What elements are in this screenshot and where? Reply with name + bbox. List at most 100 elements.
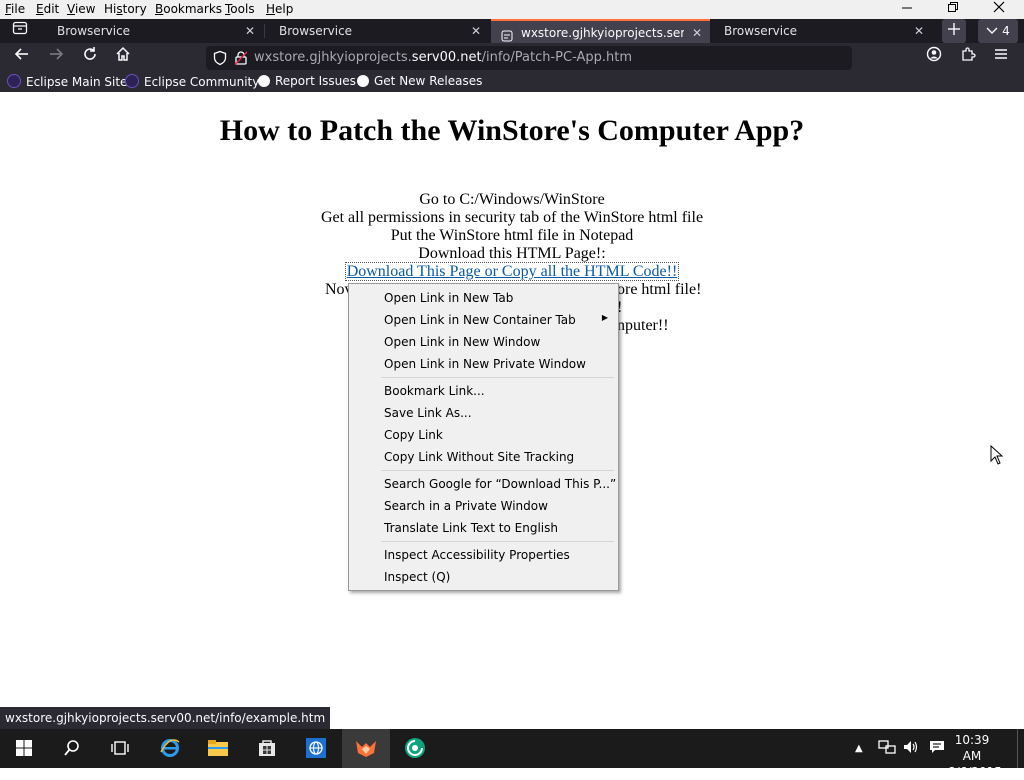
tab-label: Browservice [279, 24, 353, 38]
search-icon [64, 740, 79, 756]
puzzle-icon [962, 47, 976, 61]
tray-volume[interactable] [902, 729, 920, 768]
taskbar-internet-explorer[interactable] [146, 729, 194, 768]
tray-action-center[interactable] [928, 729, 946, 768]
start-button[interactable] [0, 729, 48, 768]
clock-time: 10:39 AM [954, 733, 990, 763]
menu-search-private-window[interactable]: Search in a Private Window [384, 496, 548, 516]
forward-button[interactable] [43, 45, 69, 69]
menu-separator [381, 541, 614, 542]
menu-inspect[interactable]: Inspect (Q) [384, 567, 450, 587]
menu-open-link-new-container-tab[interactable]: Open Link in New Container Tab [384, 310, 576, 330]
firefox-view-icon [12, 21, 28, 35]
notification-icon [930, 741, 944, 753]
menu-tools[interactable]: Tools [225, 2, 255, 16]
bookmark-eclipse-community[interactable]: Eclipse Community [125, 74, 259, 89]
windows-logo-icon [16, 740, 32, 756]
tab-close-icon[interactable]: ✕ [245, 19, 255, 43]
menu-open-link-new-window[interactable]: Open Link in New Window [384, 332, 540, 352]
menu-file[interactable]: File [5, 2, 25, 16]
search-button[interactable] [48, 729, 96, 768]
mouse-cursor-icon [990, 445, 1004, 465]
store-bag-icon [259, 740, 275, 756]
menu-search-google[interactable]: Search Google for “Download This P...” [384, 474, 616, 494]
restore-button[interactable] [930, 0, 976, 19]
globe-icon [306, 738, 326, 758]
tab-count: 4 [1002, 24, 1010, 38]
arrow-left-icon [14, 48, 28, 60]
download-link-line: Download This Page or Copy all the HTML … [0, 262, 1024, 281]
tab-browservice-1[interactable]: Browservice ✕ [45, 19, 263, 43]
tab-browservice-3[interactable]: Browservice ✕ [712, 19, 932, 43]
tab-active-wxstore[interactable]: wxstore.gjhkyioprojects.serv00. ✕ [491, 19, 710, 43]
tab-close-icon[interactable]: ✕ [692, 21, 702, 45]
menu-inspect-accessibility[interactable]: Inspect Accessibility Properties [384, 545, 570, 565]
bookmark-get-new-releases[interactable]: Get New Releases [357, 74, 482, 88]
menu-bookmark-link[interactable]: Bookmark Link... [384, 381, 485, 401]
bookmark-label: Eclipse Main Site [26, 75, 128, 89]
list-all-tabs-button[interactable]: 4 [978, 19, 1018, 43]
green-app-icon [405, 738, 425, 758]
tray-network[interactable] [878, 729, 896, 768]
taskbar-firefox[interactable] [342, 729, 390, 768]
taskbar-green-app[interactable] [391, 729, 439, 768]
task-view-button[interactable] [96, 729, 144, 768]
firefox-view-button[interactable] [7, 19, 33, 43]
url-path: /info/Patch-PC-App.htm [481, 50, 633, 65]
close-window-button[interactable] [976, 0, 1022, 19]
tray-overflow-button[interactable]: ▲ [855, 729, 863, 768]
menu-copy-link[interactable]: Copy Link [384, 425, 443, 445]
download-page-link[interactable]: Download This Page or Copy all the HTML … [344, 262, 680, 281]
extensions-button[interactable] [955, 45, 981, 69]
windows-taskbar: ▲ 10:39 AM 8/6/2015 [0, 729, 1024, 779]
menu-save-link-as[interactable]: Save Link As... [384, 403, 472, 423]
bookmark-label: Get New Releases [374, 74, 483, 88]
menu-bar: File Edit View History Bookmarks Tools H… [0, 0, 1024, 19]
browser-titlebar: File Edit View History Bookmarks Tools H… [0, 0, 1024, 43]
tab-close-icon[interactable]: ✕ [471, 19, 481, 43]
tab-browservice-2[interactable]: Browservice ✕ [267, 19, 489, 43]
arrow-right-icon [50, 48, 64, 60]
new-tab-button[interactable] [942, 19, 966, 43]
tab-label: wxstore.gjhkyioprojects.serv00. [521, 26, 684, 40]
menu-history[interactable]: History [104, 2, 147, 16]
clock-date: 8/6/2015 [948, 765, 1002, 779]
menu-open-link-private-window[interactable]: Open Link in New Private Window [384, 354, 586, 374]
home-button[interactable] [110, 45, 136, 69]
account-button[interactable] [921, 45, 947, 69]
link-context-menu: Open Link in New Tab Open Link in New Co… [348, 283, 619, 591]
taskbar-clock[interactable]: 10:39 AM 8/6/2015 [948, 732, 1002, 780]
menu-open-link-new-tab[interactable]: Open Link in New Tab [384, 288, 513, 308]
menu-help[interactable]: Help [266, 2, 293, 16]
restore-icon [948, 2, 958, 12]
app-menu-button[interactable] [988, 45, 1014, 69]
lock-insecure-icon[interactable] [233, 50, 249, 70]
back-button[interactable] [9, 45, 35, 69]
home-icon [116, 46, 130, 61]
github-icon [258, 75, 270, 87]
tab-close-icon[interactable]: ✕ [914, 19, 924, 43]
submenu-arrow-icon: ▶ [601, 313, 608, 322]
network-icon [878, 740, 896, 754]
reload-button[interactable] [77, 45, 103, 69]
menu-translate-link-text[interactable]: Translate Link Text to English [384, 518, 558, 538]
account-icon [926, 46, 942, 62]
taskbar-browser-globe[interactable] [292, 729, 340, 768]
menu-edit[interactable]: Edit [36, 2, 59, 16]
menu-view[interactable]: View [67, 2, 95, 16]
obscured-line-end: ore html file! [617, 281, 702, 298]
folder-icon [208, 740, 228, 756]
hamburger-icon [995, 49, 1007, 59]
menu-bookmarks[interactable]: Bookmarks [155, 2, 222, 16]
menu-copy-link-without-tracking[interactable]: Copy Link Without Site Tracking [384, 447, 574, 467]
address-bar[interactable]: wxstore.gjhkyioprojects.serv00.net/info/… [206, 46, 852, 70]
minimize-button[interactable] [884, 0, 930, 19]
taskbar-file-explorer[interactable] [194, 729, 242, 768]
taskbar-store[interactable] [243, 729, 291, 768]
show-desktop-button[interactable] [1017, 729, 1024, 768]
bookmark-label: Report Issues [275, 74, 356, 88]
shield-icon[interactable] [212, 50, 228, 70]
bookmark-report-issues[interactable]: Report Issues [258, 74, 356, 88]
tab-label: Browservice [57, 24, 131, 38]
bookmark-eclipse-main-site[interactable]: Eclipse Main Site [7, 74, 127, 89]
